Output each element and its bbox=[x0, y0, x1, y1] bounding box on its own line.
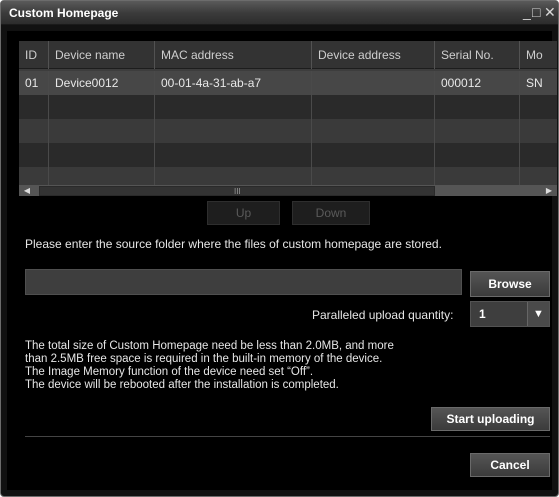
column-header-device-address[interactable]: Device address bbox=[312, 41, 435, 69]
cell-serial-no: 000012 bbox=[435, 71, 520, 95]
horizontal-scrollbar[interactable]: ◀ III ▶ bbox=[19, 185, 557, 196]
column-header-model[interactable]: Mo bbox=[520, 41, 557, 69]
title-bar[interactable]: Custom Homepage _ □ ✕ bbox=[1, 1, 558, 25]
upload-quantity-label: Paralleled upload quantity: bbox=[312, 308, 454, 322]
divider bbox=[25, 436, 550, 437]
scrollbar-thumb[interactable]: III bbox=[39, 186, 435, 196]
table-row-empty bbox=[19, 119, 557, 143]
cell-mac-address: 00-01-4a-31-ab-a7 bbox=[155, 71, 312, 95]
column-header-device-name[interactable]: Device name bbox=[49, 41, 155, 69]
device-table: ID Device name MAC address Device addres… bbox=[19, 41, 557, 196]
minimize-icon[interactable]: _ bbox=[523, 5, 531, 19]
cell-id: 01 bbox=[19, 71, 49, 95]
close-icon[interactable]: ✕ bbox=[544, 5, 556, 19]
table-header: ID Device name MAC address Device addres… bbox=[19, 41, 557, 69]
upload-quantity-select[interactable]: 1 ▼ bbox=[470, 301, 550, 327]
source-folder-input[interactable] bbox=[25, 269, 462, 295]
up-button[interactable]: Up bbox=[207, 201, 280, 225]
cell-device-address bbox=[312, 71, 435, 95]
custom-homepage-dialog: Custom Homepage _ □ ✕ ID Device name MAC… bbox=[0, 0, 559, 497]
table-row[interactable]: 01 Device0012 00-01-4a-31-ab-a7 000012 S… bbox=[19, 71, 557, 95]
info-line: The device will be rebooted after the in… bbox=[25, 379, 339, 391]
scroll-right-icon[interactable]: ▶ bbox=[543, 185, 555, 196]
scroll-left-icon[interactable]: ◀ bbox=[21, 185, 33, 196]
scrollbar-grip: III bbox=[234, 187, 241, 196]
table-row-empty bbox=[19, 167, 557, 191]
source-folder-prompt: Please enter the source folder where the… bbox=[25, 237, 442, 251]
browse-button[interactable]: Browse bbox=[470, 271, 550, 297]
cancel-button[interactable]: Cancel bbox=[470, 453, 550, 477]
cell-model: SN bbox=[526, 76, 543, 90]
info-line: The total size of Custom Homepage need b… bbox=[25, 340, 394, 352]
down-button[interactable]: Down bbox=[292, 201, 370, 225]
column-header-mac-address[interactable]: MAC address bbox=[155, 41, 312, 69]
cell-device-name: Device0012 bbox=[49, 71, 155, 95]
column-header-id[interactable]: ID bbox=[19, 41, 49, 69]
start-uploading-button[interactable]: Start uploading bbox=[431, 407, 550, 431]
dialog-content: ID Device name MAC address Device addres… bbox=[7, 31, 557, 490]
column-header-serial-no[interactable]: Serial No. bbox=[435, 41, 520, 69]
upload-quantity-value: 1 bbox=[479, 307, 486, 321]
info-line: The Image Memory function of the device … bbox=[25, 366, 314, 378]
upload-requirements-text: The total size of Custom Homepage need b… bbox=[25, 340, 394, 392]
chevron-down-icon[interactable]: ▼ bbox=[527, 302, 549, 326]
window-title: Custom Homepage bbox=[9, 6, 119, 20]
info-line: than 2.5MB free space is required in the… bbox=[25, 353, 383, 365]
table-row-empty bbox=[19, 95, 557, 119]
table-row-empty bbox=[19, 143, 557, 167]
maximize-icon[interactable]: □ bbox=[532, 5, 540, 19]
